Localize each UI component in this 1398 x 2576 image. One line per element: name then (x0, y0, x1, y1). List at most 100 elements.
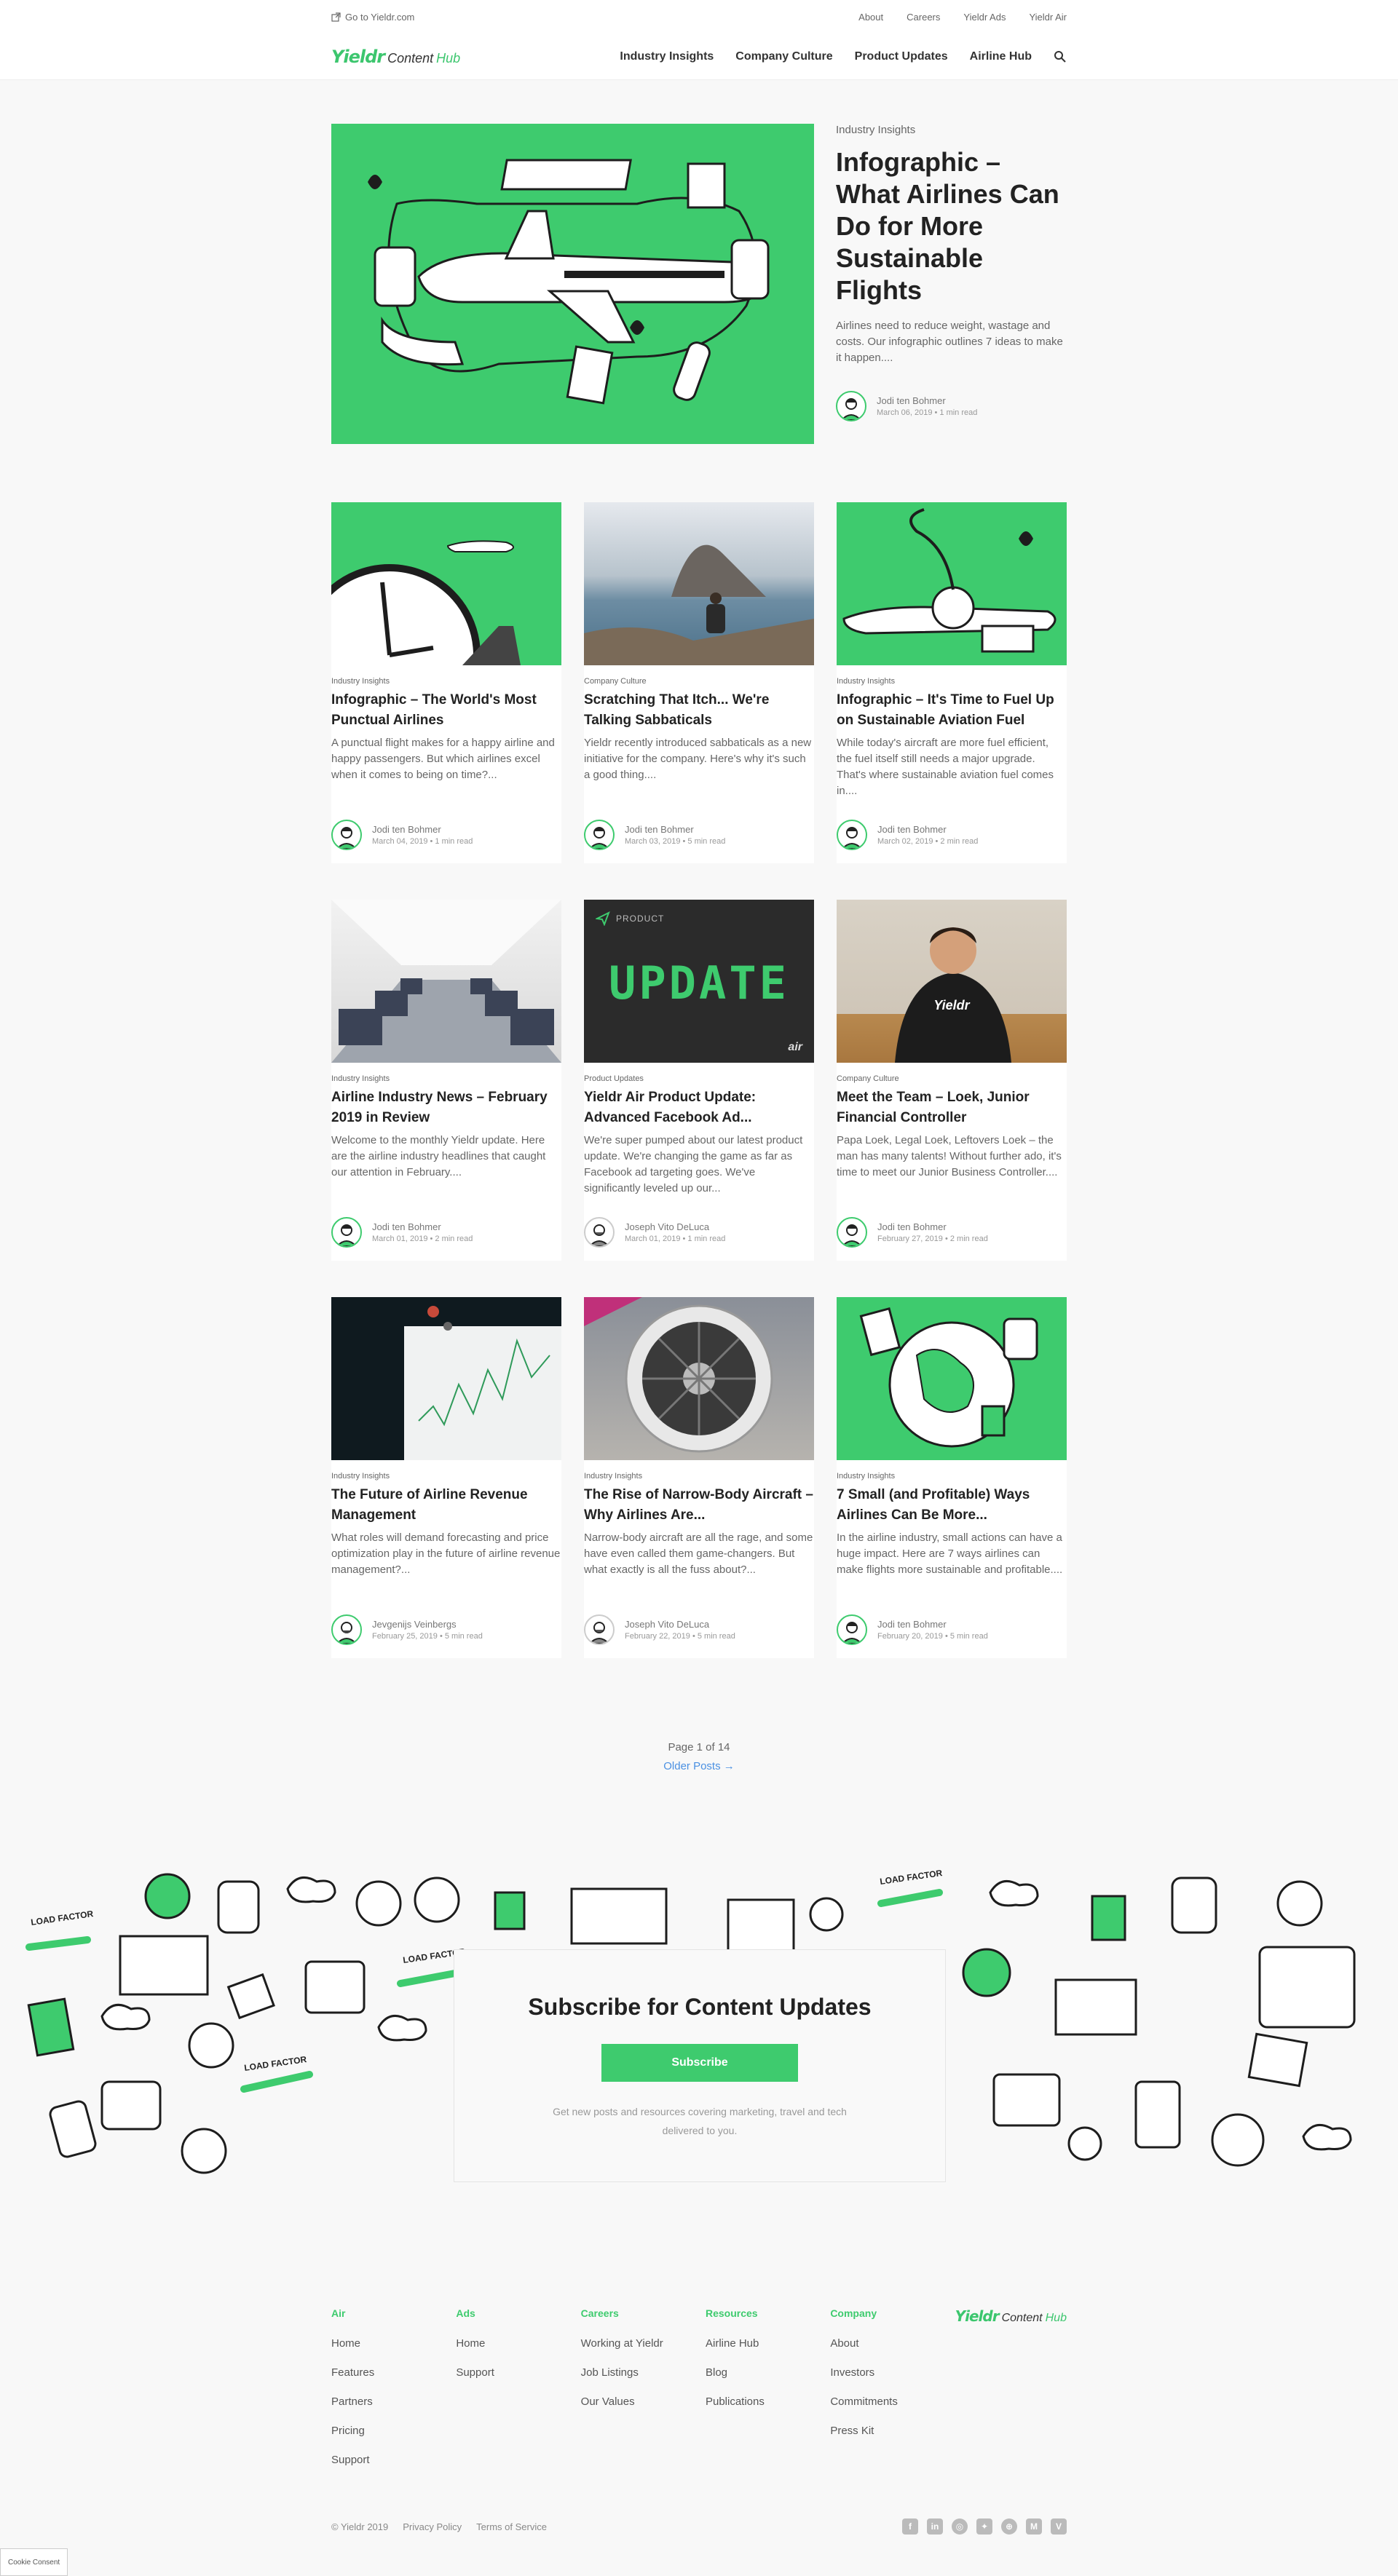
featured-title[interactable]: Infographic – What Airlines Can Do for M… (836, 146, 1067, 306)
cookie-consent-button[interactable]: Cookie Consent (0, 2548, 68, 2576)
vimeo-icon[interactable]: V (1051, 2518, 1067, 2535)
logo-mark: Yieldr (331, 47, 385, 67)
footer-logo[interactable]: Yieldr Content Hub (955, 2307, 1067, 2475)
post-image[interactable] (837, 502, 1067, 665)
footer-link[interactable]: Partners (331, 2387, 456, 2417)
featured-post[interactable]: Industry Insights Infographic – What Air… (331, 124, 1067, 444)
footer-col-careers: Careers Working at Yieldr Job Listings O… (581, 2307, 706, 2475)
post-image[interactable] (331, 1297, 561, 1460)
footer-link[interactable]: Home (456, 2329, 580, 2358)
linkedin-icon[interactable]: in (927, 2518, 943, 2535)
post-category[interactable]: Industry Insights (837, 677, 1067, 686)
nav-product-updates[interactable]: Product Updates (855, 50, 948, 63)
post-title[interactable]: Airline Industry News – February 2019 in… (331, 1087, 561, 1128)
medium-icon[interactable]: M (1026, 2518, 1042, 2535)
avatar (331, 1614, 362, 1645)
footer-link[interactable]: Airline Hub (706, 2329, 830, 2358)
footer-link[interactable]: Investors (830, 2358, 955, 2387)
footer-link[interactable]: Our Values (581, 2387, 706, 2417)
author-name[interactable]: Jodi ten Bohmer (877, 395, 977, 406)
privacy-policy-link[interactable]: Privacy Policy (403, 2521, 462, 2532)
utility-link-about[interactable]: About (858, 12, 883, 23)
nav-industry-insights[interactable]: Industry Insights (620, 50, 714, 63)
nav-company-culture[interactable]: Company Culture (735, 50, 832, 63)
post-title[interactable]: Infographic – The World's Most Punctual … (331, 690, 561, 731)
post-category[interactable]: Industry Insights (331, 1074, 561, 1083)
post-image[interactable]: Yieldr (837, 900, 1067, 1063)
footer-link[interactable]: Support (331, 2446, 456, 2475)
post-image[interactable] (331, 900, 561, 1063)
post-title[interactable]: 7 Small (and Profitable) Ways Airlines C… (837, 1485, 1067, 1526)
facebook-icon[interactable]: f (902, 2518, 918, 2535)
post-category[interactable]: Industry Insights (331, 1472, 561, 1481)
post-title[interactable]: Infographic – It's Time to Fuel Up on Su… (837, 690, 1067, 731)
post-title[interactable]: Meet the Team – Loek, Junior Financial C… (837, 1087, 1067, 1128)
author-name[interactable]: Jodi ten Bohmer (625, 824, 725, 835)
author-name[interactable]: Jodi ten Bohmer (877, 1619, 988, 1630)
search-icon[interactable] (1054, 50, 1067, 63)
author-name[interactable]: Joseph Vito DeLuca (625, 1221, 725, 1232)
subscribe-note: Get new posts and resources covering mar… (454, 2102, 945, 2140)
post-category[interactable]: Industry Insights (331, 677, 561, 686)
avatar (331, 1217, 362, 1248)
terms-of-service-link[interactable]: Terms of Service (476, 2521, 547, 2532)
post-title[interactable]: Yieldr Air Product Update: Advanced Face… (584, 1087, 814, 1128)
post-category[interactable]: Company Culture (584, 677, 814, 686)
nav-airline-hub[interactable]: Airline Hub (970, 50, 1032, 63)
post-category[interactable]: Product Updates (584, 1074, 814, 1083)
post-card[interactable]: Industry Insights 7 Small (and Profitabl… (837, 1297, 1067, 1658)
author-name[interactable]: Jevgenijs Veinbergs (372, 1619, 483, 1630)
post-image[interactable] (331, 502, 561, 665)
author-name[interactable]: Jodi ten Bohmer (877, 824, 978, 835)
post-title[interactable]: The Future of Airline Revenue Management (331, 1485, 561, 1526)
footer-link[interactable]: Press Kit (830, 2417, 955, 2446)
footer-link[interactable]: About (830, 2329, 955, 2358)
post-card[interactable]: Yieldr Company Culture Meet the Team – L… (837, 900, 1067, 1261)
footer-link[interactable]: Publications (706, 2387, 830, 2417)
footer-link[interactable]: Working at Yieldr (581, 2329, 706, 2358)
post-category[interactable]: Company Culture (837, 1074, 1067, 1083)
utility-link-yieldr-ads[interactable]: Yieldr Ads (963, 12, 1006, 23)
twitter-icon[interactable]: ✦ (976, 2518, 992, 2535)
footer-link[interactable]: Pricing (331, 2417, 456, 2446)
post-card[interactable]: Industry Insights Infographic – It's Tim… (837, 502, 1067, 863)
post-card[interactable]: Industry Insights Airline Industry News … (331, 900, 561, 1261)
go-to-yieldr-link[interactable]: Go to Yieldr.com (331, 12, 414, 23)
post-card[interactable]: PRODUCT UPDATE air Product Updates Yield… (584, 900, 814, 1261)
post-image[interactable] (837, 1297, 1067, 1460)
post-image[interactable] (584, 502, 814, 665)
subscribe-box: Subscribe for Content Updates Subscribe … (454, 1949, 946, 2182)
content-hub-logo[interactable]: Yieldr Content Hub (331, 47, 460, 67)
footer-link[interactable]: Home (331, 2329, 456, 2358)
utility-link-yieldr-air[interactable]: Yieldr Air (1029, 12, 1067, 23)
dribbble-icon[interactable]: ⊕ (1001, 2518, 1017, 2535)
author-name[interactable]: Jodi ten Bohmer (372, 1221, 473, 1232)
post-image[interactable] (584, 1297, 814, 1460)
sustainable-flight-illustration (331, 124, 814, 444)
author-name[interactable]: Joseph Vito DeLuca (625, 1619, 735, 1630)
utility-link-careers[interactable]: Careers (907, 12, 940, 23)
post-category[interactable]: Industry Insights (584, 1472, 814, 1481)
post-title[interactable]: The Rise of Narrow-Body Aircraft – Why A… (584, 1485, 814, 1526)
featured-image[interactable] (331, 124, 814, 444)
author-name[interactable]: Jodi ten Bohmer (372, 824, 473, 835)
footer-link[interactable]: Blog (706, 2358, 830, 2387)
footer-link[interactable]: Job Listings (581, 2358, 706, 2387)
post-card[interactable]: Industry Insights The Future of Airline … (331, 1297, 561, 1658)
instagram-icon[interactable]: ◎ (952, 2518, 968, 2535)
post-image[interactable]: PRODUCT UPDATE air (584, 900, 814, 1063)
post-card[interactable]: Industry Insights The Rise of Narrow-Bod… (584, 1297, 814, 1658)
footer-link[interactable]: Features (331, 2358, 456, 2387)
footer-link[interactable]: Commitments (830, 2387, 955, 2417)
author-meta: March 06, 2019 • 1 min read (877, 408, 978, 417)
featured-category[interactable]: Industry Insights (836, 124, 1067, 136)
post-card[interactable]: Company Culture Scratching That Itch... … (584, 502, 814, 863)
post-category[interactable]: Industry Insights (837, 1472, 1067, 1481)
footer-link[interactable]: Support (456, 2358, 580, 2387)
post-card[interactable]: Industry Insights Infographic – The Worl… (331, 502, 561, 863)
subscribe-button[interactable]: Subscribe (601, 2044, 798, 2082)
older-posts-link[interactable]: Older Posts → (331, 1757, 1067, 1776)
post-title[interactable]: Scratching That Itch... We're Talking Sa… (584, 690, 814, 731)
social-links: f in ◎ ✦ ⊕ M V (902, 2518, 1067, 2535)
author-name[interactable]: Jodi ten Bohmer (877, 1221, 988, 1232)
